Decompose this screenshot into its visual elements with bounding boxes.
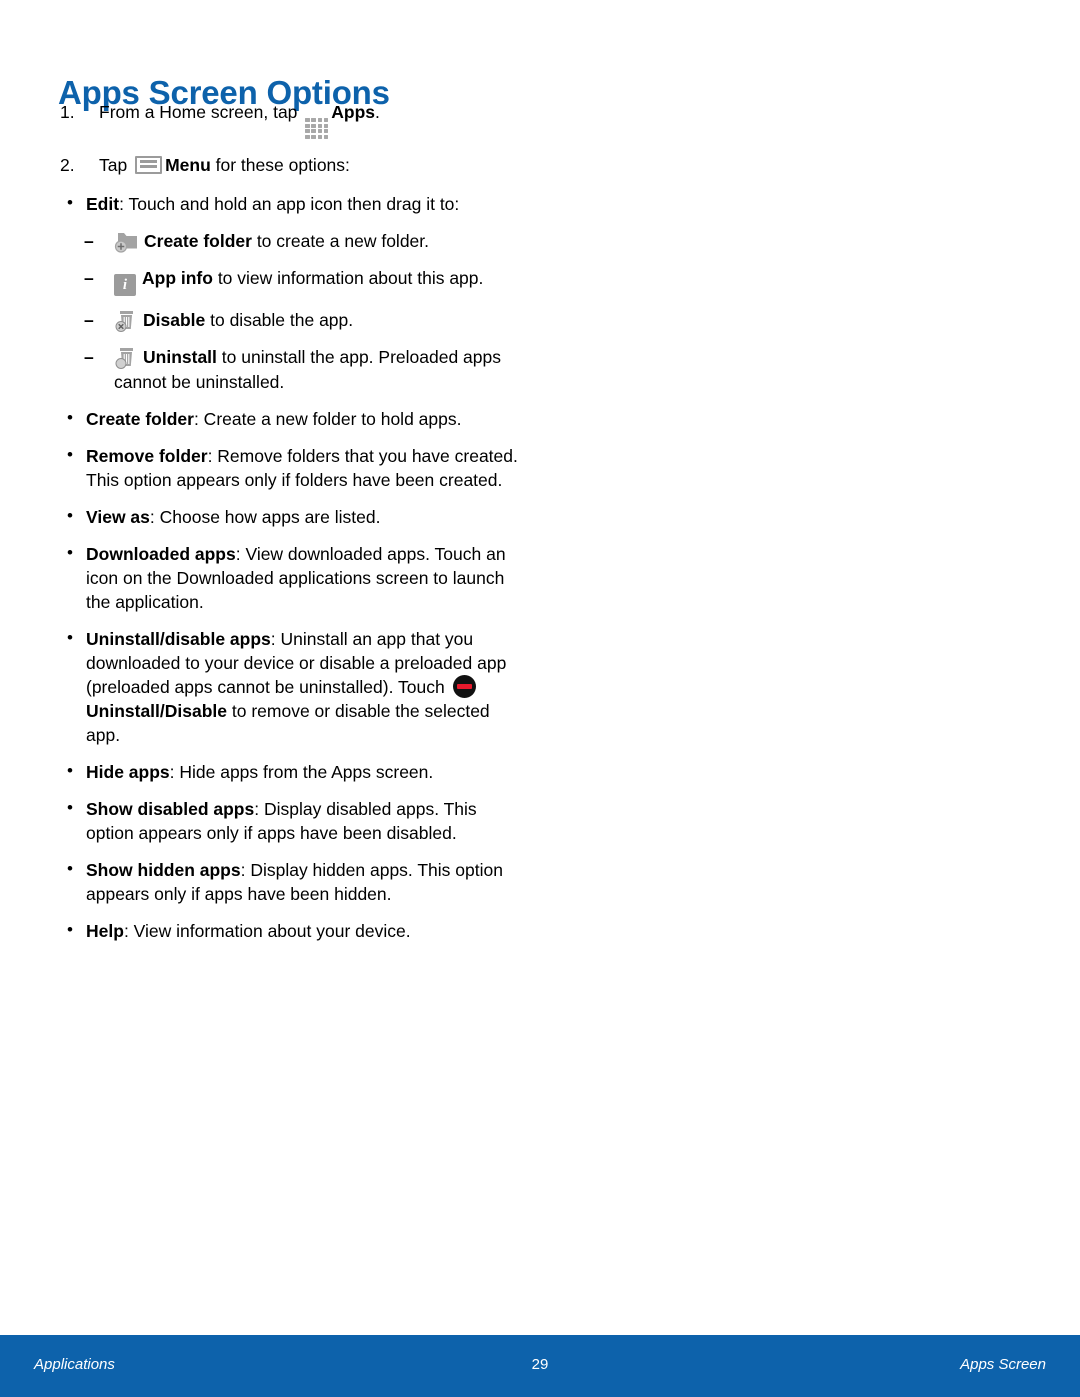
step-item: 2. Tap Menu for these options: <box>58 153 528 178</box>
apps-grid-icon <box>305 117 329 139</box>
step-item: 1. From a Home screen, tap Apps. <box>58 100 528 139</box>
step-bold-label: Apps <box>331 102 376 122</box>
footer-topic-label: Apps Screen <box>960 1356 1046 1373</box>
page-content: 1. From a Home screen, tap Apps. 2. Tap … <box>58 100 528 956</box>
bullet-item: Show hidden apps: Display hidden apps. T… <box>58 857 528 906</box>
manual-page: Apps Screen Options 1. From a Home scree… <box>0 0 1080 1397</box>
bullet-bold-label: Edit <box>86 193 120 214</box>
bullet-item: Remove folder: Remove folders that you h… <box>58 443 528 492</box>
subitem-bold-label: Disable <box>143 309 206 330</box>
subitem-bold-label: Uninstall <box>143 346 217 367</box>
bullet-item-uninstall-disable: Uninstall/disable apps: Uninstall an app… <box>58 626 528 747</box>
bullet-bold-label: View as <box>86 506 150 527</box>
step-bold-label: Menu <box>165 154 211 175</box>
step-text-before: From a Home screen, tap <box>99 102 303 122</box>
subitem-bold-label: App info <box>142 267 213 288</box>
create-folder-icon <box>114 230 140 253</box>
bullet-item: Downloaded apps: View downloaded apps. T… <box>58 541 528 614</box>
step-number: 2. <box>60 154 75 175</box>
subitem-bold-label: Create folder <box>144 230 252 251</box>
subitem-disable: Disable to disable the app. <box>80 308 528 333</box>
app-info-icon: i <box>114 273 136 296</box>
bullet-text: : Choose how apps are listed. <box>149 506 381 527</box>
step-text-after: . <box>375 102 380 122</box>
disable-trash-icon <box>114 309 138 332</box>
step-text-after: for these options: <box>210 154 350 175</box>
bullet-text: : View information about your device. <box>123 920 411 941</box>
bullet-bold-label: Help <box>86 920 124 941</box>
bullet-item-edit: Edit: Touch and hold an app icon then dr… <box>58 191 528 216</box>
bullet-bold-label: Uninstall/disable apps <box>86 628 271 649</box>
bullet-item: View as: Choose how apps are listed. <box>58 504 528 529</box>
step-text-before: Tap <box>99 154 133 175</box>
bullet-bold-label-2: Uninstall/Disable <box>86 700 228 721</box>
bullet-item: Help: View information about your device… <box>58 918 528 943</box>
subitem-text: to create a new folder. <box>251 230 430 251</box>
step-number: 1. <box>60 102 75 122</box>
page-footer: Applications 29 Apps Screen <box>0 1335 1080 1397</box>
subitem-text: to view information about this app. <box>212 267 484 288</box>
bullet-bold-label: Remove folder <box>86 445 208 466</box>
subitem-create-folder: Create folder to create a new folder. <box>80 229 528 254</box>
menu-icon <box>135 155 163 174</box>
uninstall-disable-icon <box>452 674 476 698</box>
footer-page-number: 29 <box>531 1356 549 1373</box>
bullet-text: : Create a new folder to hold apps. <box>193 408 462 429</box>
bullet-bold-label: Create folder <box>86 408 194 429</box>
bullet-bold-label: Hide apps <box>86 761 170 782</box>
subitem-uninstall: Uninstall to uninstall the app. Preloade… <box>80 345 528 395</box>
subitem-app-info: i App info to view information about this… <box>80 266 528 296</box>
bullet-item: Create folder: Create a new folder to ho… <box>58 406 528 431</box>
bullet-text: : Touch and hold an app icon then drag i… <box>119 193 460 214</box>
bullet-item: Show disabled apps: Display disabled app… <box>58 796 528 845</box>
bullet-bold-label: Show disabled apps <box>86 798 255 819</box>
bullet-text: : Hide apps from the Apps screen. <box>169 761 434 782</box>
bullet-bold-label: Downloaded apps <box>86 543 236 564</box>
uninstall-trash-icon <box>114 346 138 369</box>
bullet-bold-label: Show hidden apps <box>86 859 241 880</box>
subitem-text: to disable the app. <box>205 309 354 330</box>
bullet-item: Hide apps: Hide apps from the Apps scree… <box>58 759 528 784</box>
